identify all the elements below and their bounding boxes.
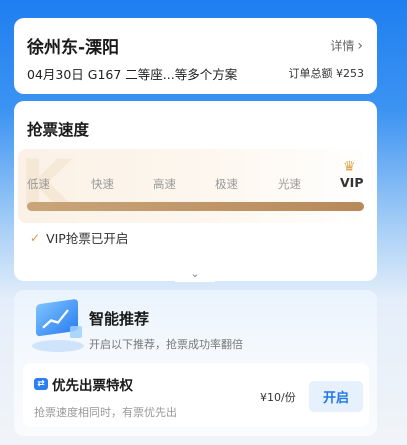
- crown-icon: ♛: [343, 159, 356, 175]
- smart-recommend-card: 智能推荐 开启以下推荐，抢票成功率翻倍 ⇄ 优先出票特权 抢票速度相同时，有票优…: [14, 290, 377, 436]
- chevron-down-icon[interactable]: ⌄: [175, 266, 215, 282]
- detail-label: 详情: [330, 39, 355, 53]
- grab-speed-card: 抢票速度 K ♛ 低速 快速 高速 极速 光速 VIP ✓ VIP抢票已开启: [14, 101, 377, 281]
- recommend-subtitle: 开启以下推荐，抢票成功率翻倍: [89, 338, 243, 351]
- priority-title-text: 优先出票特权: [52, 378, 133, 394]
- ticket-icon: ⇄: [34, 378, 48, 390]
- level-high[interactable]: 高速: [153, 176, 176, 192]
- screen-chart-icon: [32, 299, 84, 352]
- check-icon: ✓: [30, 230, 41, 245]
- order-total-value: ¥253: [336, 67, 364, 80]
- detail-link[interactable]: 详情 ›: [330, 37, 363, 54]
- enable-priority-button[interactable]: 开启: [309, 381, 363, 412]
- vip-status-text: VIP抢票已开启: [46, 231, 129, 246]
- priority-title: ⇄ 优先出票特权: [34, 374, 133, 394]
- priority-price: ¥10/份: [260, 391, 296, 404]
- order-total-label: 订单总额: [288, 67, 333, 80]
- chevron-right-icon: ›: [357, 37, 363, 54]
- trip-summary-card[interactable]: 徐州东-溧阳 详情 › 04月30日 G167 二等座...等多个方案 订单总额…: [14, 18, 377, 94]
- recommend-title: 智能推荐: [89, 310, 150, 328]
- trip-route: 徐州东-溧阳: [27, 38, 120, 58]
- priority-ticket-item: ⇄ 优先出票特权 抢票速度相同时，有票优先出 ¥10/份 开启: [23, 363, 369, 427]
- order-total: 订单总额 ¥253: [289, 65, 365, 81]
- speed-progress-bar: [27, 202, 364, 211]
- speed-levels: 低速 快速 高速 极速 光速 VIP: [14, 175, 377, 196]
- vip-status: ✓ VIP抢票已开启: [30, 228, 128, 247]
- level-fast[interactable]: 快速: [91, 176, 114, 192]
- speed-progress-fill: [27, 202, 364, 211]
- level-vip[interactable]: VIP: [340, 175, 364, 190]
- level-low[interactable]: 低速: [27, 176, 50, 192]
- level-extreme[interactable]: 极速: [215, 176, 238, 192]
- priority-subtitle: 抢票速度相同时，有票优先出: [34, 406, 177, 419]
- speed-title: 抢票速度: [27, 121, 90, 139]
- level-light[interactable]: 光速: [278, 176, 301, 192]
- trip-info: 04月30日 G167 二等座...等多个方案: [27, 67, 238, 82]
